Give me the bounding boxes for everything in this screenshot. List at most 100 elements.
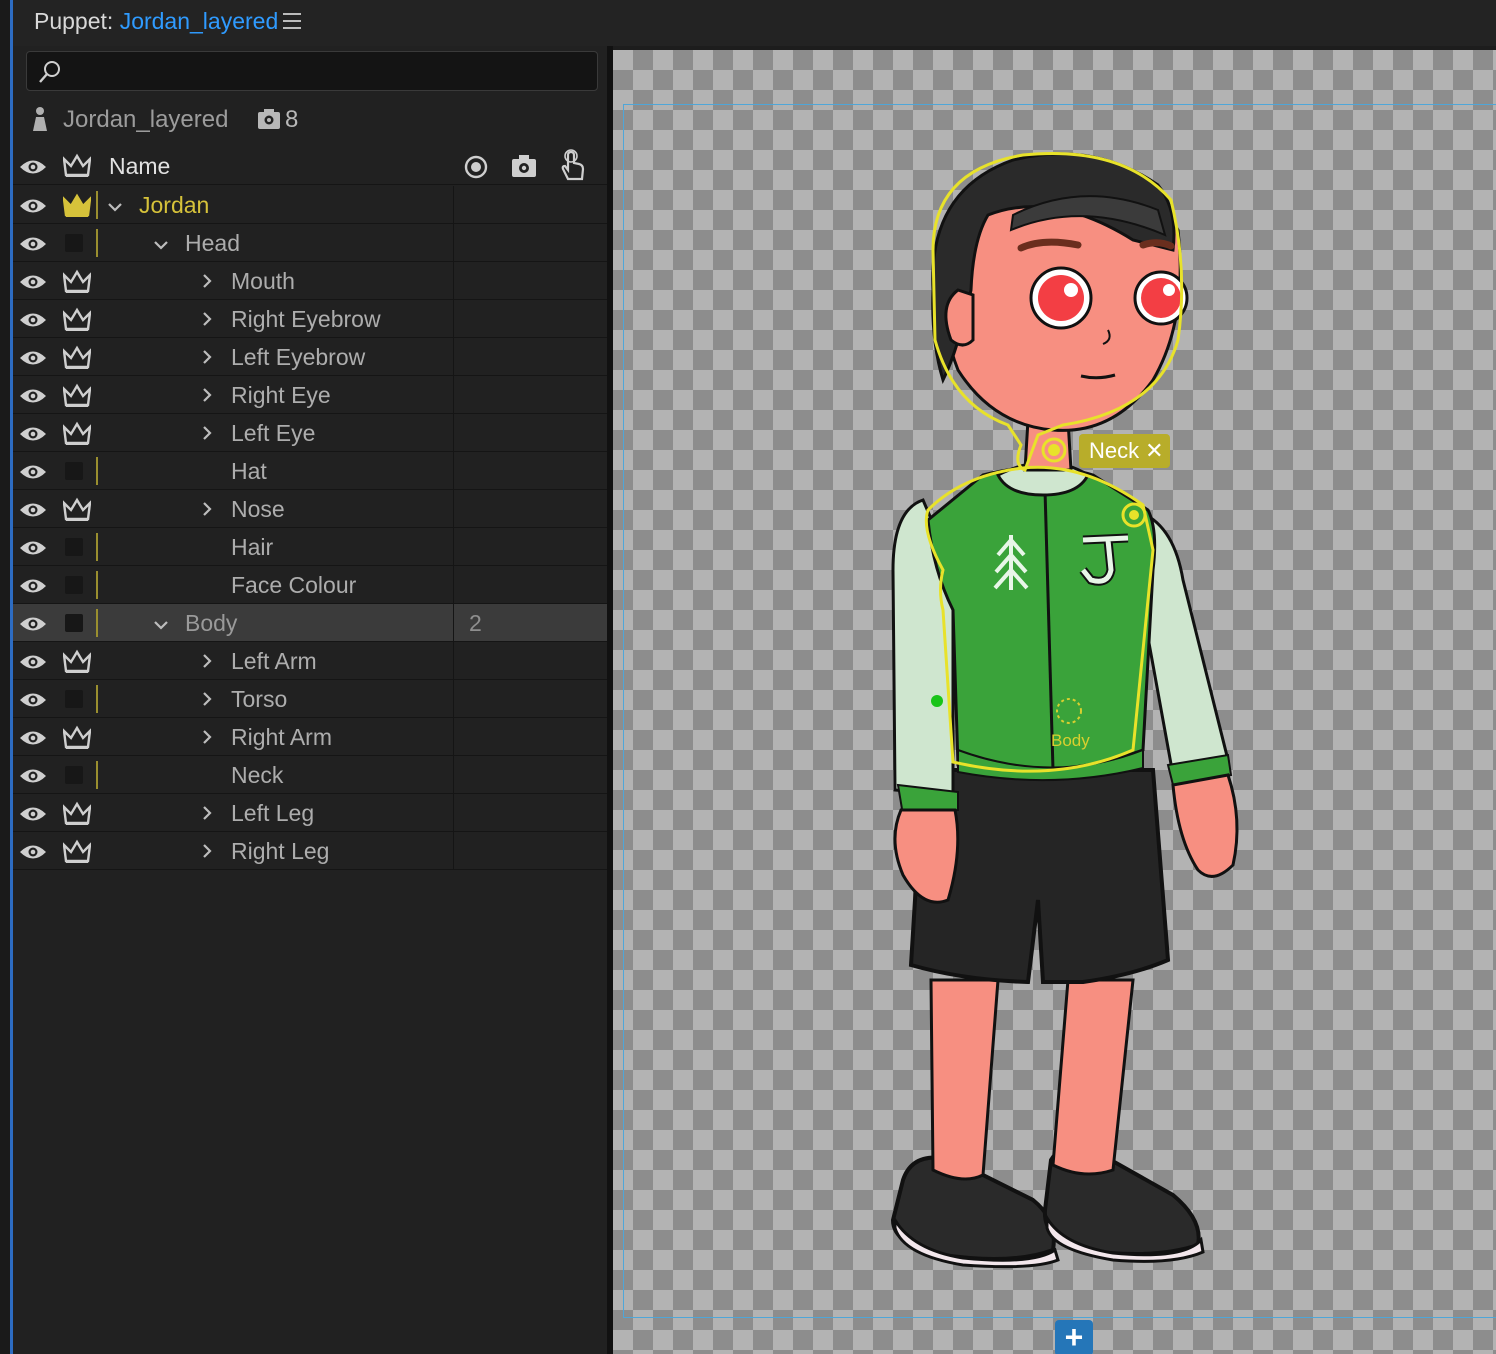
- search-icon: [39, 61, 60, 83]
- panel-title-prefix: Puppet:: [34, 8, 114, 34]
- chevron-right-icon[interactable]: [201, 843, 213, 864]
- column-separator: [453, 794, 454, 832]
- body-handle-label[interactable]: Body: [1051, 731, 1090, 751]
- visibility-eye-icon[interactable]: [19, 273, 47, 296]
- puppet-canvas[interactable]: Neck ✕ Body +: [613, 50, 1496, 1354]
- visibility-eye-icon[interactable]: [19, 691, 47, 714]
- layer-row[interactable]: Left Arm: [13, 642, 607, 680]
- camera-count: 8: [285, 106, 299, 133]
- puppet-link[interactable]: Jordan_layered: [120, 8, 279, 34]
- add-button[interactable]: +: [1055, 1320, 1093, 1354]
- visibility-eye-icon[interactable]: [19, 843, 47, 866]
- layer-row[interactable]: Nose: [13, 490, 607, 528]
- name-column-header[interactable]: Name: [109, 153, 170, 180]
- chevron-right-icon[interactable]: [201, 311, 213, 332]
- independent-checkbox[interactable]: [65, 462, 83, 480]
- independent-checkbox[interactable]: [65, 766, 83, 784]
- visibility-eye-icon[interactable]: [19, 729, 47, 752]
- layer-row[interactable]: Face Colour: [13, 566, 607, 604]
- chevron-right-icon[interactable]: [201, 501, 213, 522]
- crown-icon[interactable]: [62, 307, 92, 338]
- layer-name: Face Colour: [231, 572, 357, 598]
- independent-checkbox[interactable]: [65, 538, 83, 556]
- visibility-eye-icon[interactable]: [19, 311, 47, 334]
- layer-row[interactable]: Body 2: [13, 604, 607, 642]
- record-target-icon[interactable]: [463, 154, 489, 180]
- crown-icon[interactable]: [62, 497, 92, 528]
- visibility-eye-icon[interactable]: [19, 463, 47, 486]
- touch-hand-icon[interactable]: [557, 149, 587, 183]
- chevron-down-icon[interactable]: [153, 238, 169, 256]
- chevron-right-icon[interactable]: [201, 691, 213, 712]
- chevron-down-icon[interactable]: [107, 200, 123, 218]
- layer-row[interactable]: Right Eye: [13, 376, 607, 414]
- chevron-right-icon[interactable]: [201, 349, 213, 370]
- layer-row[interactable]: Left Eye: [13, 414, 607, 452]
- visibility-eye-icon[interactable]: [19, 767, 47, 790]
- crown-icon[interactable]: [62, 383, 92, 414]
- layer-row[interactable]: Left Leg: [13, 794, 607, 832]
- crown-icon[interactable]: [62, 839, 92, 870]
- independent-checkbox[interactable]: [65, 576, 83, 594]
- layer-row[interactable]: Hair: [13, 528, 607, 566]
- layers-panel: Jordan_layered 8 Name Jordan Head Mouth …: [13, 46, 607, 1354]
- crown-icon[interactable]: [62, 345, 92, 376]
- close-icon[interactable]: ✕: [1145, 438, 1163, 463]
- character-jordan-illustration: [890, 151, 1239, 1269]
- crown-icon[interactable]: [62, 421, 92, 452]
- layer-name: Nose: [231, 496, 285, 522]
- camera-column-icon[interactable]: [511, 154, 537, 178]
- visibility-eye-icon[interactable]: [19, 577, 47, 600]
- visibility-eye-icon[interactable]: [19, 805, 47, 828]
- crown-icon[interactable]: [62, 193, 92, 224]
- chevron-right-icon[interactable]: [201, 273, 213, 294]
- layer-row[interactable]: Right Eyebrow: [13, 300, 607, 338]
- layer-row[interactable]: Mouth: [13, 262, 607, 300]
- layer-count: 2: [469, 610, 482, 636]
- layer-name: Neck: [231, 762, 284, 788]
- column-separator: [453, 338, 454, 376]
- chevron-right-icon[interactable]: [201, 387, 213, 408]
- chevron-right-icon[interactable]: [201, 425, 213, 446]
- layer-row[interactable]: Left Eyebrow: [13, 338, 607, 376]
- crown-icon[interactable]: [62, 649, 92, 680]
- layer-name: Left Eye: [231, 420, 316, 446]
- layer-list: Jordan Head Mouth Right Eyebrow Left Eyebrow…: [13, 186, 607, 870]
- panel-menu-icon[interactable]: [283, 13, 301, 31]
- layer-row[interactable]: Right Arm: [13, 718, 607, 756]
- crown-icon[interactable]: [62, 725, 92, 756]
- visibility-eye-icon[interactable]: [19, 197, 47, 220]
- chevron-right-icon[interactable]: [201, 729, 213, 750]
- chevron-right-icon[interactable]: [201, 653, 213, 674]
- crown-icon[interactable]: [62, 801, 92, 832]
- visibility-eye-icon[interactable]: [19, 615, 47, 638]
- column-separator: [453, 528, 454, 566]
- independent-checkbox[interactable]: [65, 234, 83, 252]
- layer-row[interactable]: Neck: [13, 756, 607, 794]
- search-input[interactable]: [26, 51, 598, 91]
- visibility-eye-icon[interactable]: [19, 539, 47, 562]
- independent-checkbox[interactable]: [65, 614, 83, 632]
- layer-row[interactable]: Hat: [13, 452, 607, 490]
- visibility-eye-icon[interactable]: [19, 158, 47, 176]
- chevron-down-icon[interactable]: [153, 618, 169, 636]
- visibility-eye-icon[interactable]: [19, 653, 47, 676]
- column-separator: [453, 490, 454, 528]
- layer-row[interactable]: Head: [13, 224, 607, 262]
- visibility-eye-icon[interactable]: [19, 425, 47, 448]
- neck-handle-tag[interactable]: Neck ✕: [1079, 434, 1170, 468]
- layer-row[interactable]: Right Leg: [13, 832, 607, 870]
- visibility-eye-icon[interactable]: [19, 349, 47, 372]
- group-indicator-line: [96, 229, 98, 257]
- layer-row[interactable]: Jordan: [13, 186, 607, 224]
- chevron-right-icon[interactable]: [201, 805, 213, 826]
- column-separator: [453, 452, 454, 490]
- independent-checkbox[interactable]: [65, 690, 83, 708]
- visibility-eye-icon[interactable]: [19, 235, 47, 258]
- column-separator: [453, 376, 454, 414]
- crown-icon[interactable]: [62, 269, 92, 300]
- visibility-eye-icon[interactable]: [19, 387, 47, 410]
- crown-icon[interactable]: [63, 153, 91, 179]
- visibility-eye-icon[interactable]: [19, 501, 47, 524]
- layer-row[interactable]: Torso: [13, 680, 607, 718]
